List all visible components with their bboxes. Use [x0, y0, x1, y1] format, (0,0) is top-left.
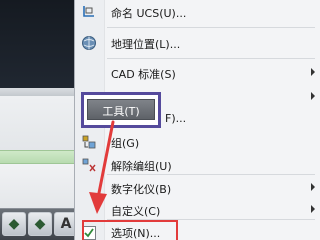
options-selection-frame — [82, 220, 178, 240]
annotation-arrow — [89, 120, 115, 214]
